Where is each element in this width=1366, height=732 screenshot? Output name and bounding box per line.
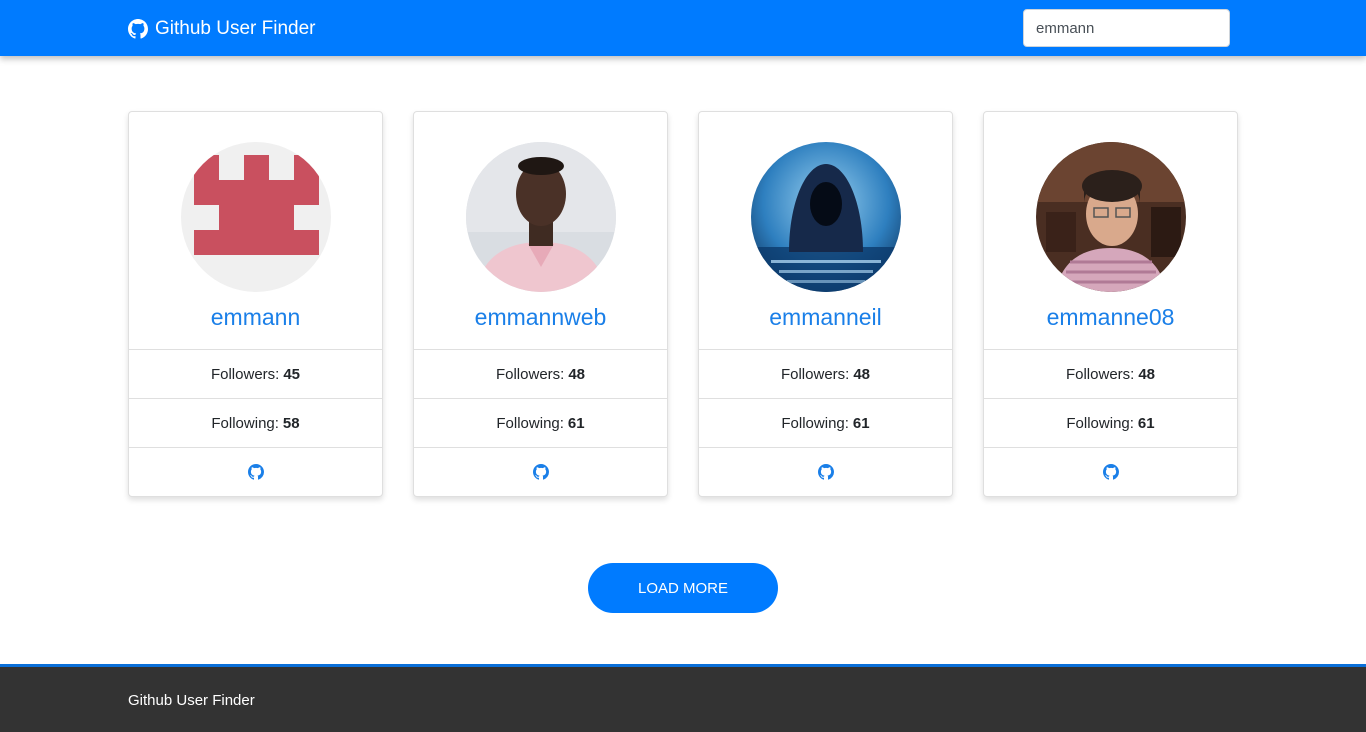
following-count: 58	[282, 414, 300, 432]
profile-link-row	[984, 448, 1237, 496]
card-header: emmannweb	[414, 112, 667, 350]
followers-count: 45	[283, 365, 301, 383]
following-label: Following:	[1066, 414, 1134, 432]
identicon-avatar	[181, 142, 331, 292]
card-header: emmanneil	[699, 112, 952, 350]
hacker-avatar	[751, 142, 901, 292]
user-card: emmanneil Followers: 48 Following: 61	[698, 111, 953, 497]
followers-label: Followers:	[495, 365, 565, 383]
following-row: Following: 61	[984, 399, 1237, 448]
profile-link-row	[699, 448, 952, 496]
user-card: emmanne08 Followers: 48 Following: 61	[983, 111, 1238, 497]
user-card: emmann Followers: 45 Following: 58	[128, 111, 383, 497]
navbar: Github User Finder	[0, 0, 1366, 56]
followers-label: Followers:	[780, 365, 850, 383]
followers-row: Followers: 48	[414, 350, 667, 399]
following-label: Following:	[211, 414, 279, 432]
photo-avatar	[1036, 142, 1186, 292]
following-count: 61	[567, 414, 585, 432]
following-row: Following: 61	[699, 399, 952, 448]
followers-count: 48	[853, 365, 871, 383]
user-login-link[interactable]: emmanneil	[699, 304, 952, 331]
following-label: Following:	[781, 414, 849, 432]
following-count: 61	[1137, 414, 1155, 432]
profile-link-row	[414, 448, 667, 496]
photo-avatar	[466, 142, 616, 292]
followers-row: Followers: 48	[699, 350, 952, 399]
card-header: emmanne08	[984, 112, 1237, 350]
followers-count: 48	[568, 365, 586, 383]
brand-title: Github User Finder	[155, 18, 316, 39]
brand-link[interactable]: Github User Finder	[128, 16, 316, 42]
card-header: emmann	[129, 112, 382, 350]
github-icon[interactable]	[1102, 464, 1119, 480]
following-row: Following: 58	[129, 399, 382, 448]
followers-label: Followers:	[1065, 365, 1135, 383]
footer-text: Github User Finder	[128, 692, 255, 709]
github-icon	[128, 19, 148, 39]
following-count: 61	[852, 414, 870, 432]
user-login-link[interactable]: emmann	[129, 304, 382, 331]
user-card: emmannweb Followers: 48 Following: 61	[413, 111, 668, 497]
following-row: Following: 61	[414, 399, 667, 448]
user-cards: emmann Followers: 45 Following: 58 emman…	[128, 111, 1238, 497]
user-login-link[interactable]: emmannweb	[414, 304, 667, 331]
followers-count: 48	[1138, 365, 1156, 383]
load-more-button[interactable]: LOAD MORE	[588, 563, 778, 613]
following-label: Following:	[496, 414, 564, 432]
footer: Github User Finder	[0, 664, 1366, 732]
followers-row: Followers: 45	[129, 350, 382, 399]
user-login-link[interactable]: emmanne08	[984, 304, 1237, 331]
github-icon[interactable]	[817, 464, 834, 480]
profile-link-row	[129, 448, 382, 496]
github-icon[interactable]	[532, 464, 549, 480]
followers-label: Followers:	[210, 365, 280, 383]
followers-row: Followers: 48	[984, 350, 1237, 399]
github-icon[interactable]	[247, 464, 264, 480]
search-input[interactable]	[1023, 9, 1230, 47]
